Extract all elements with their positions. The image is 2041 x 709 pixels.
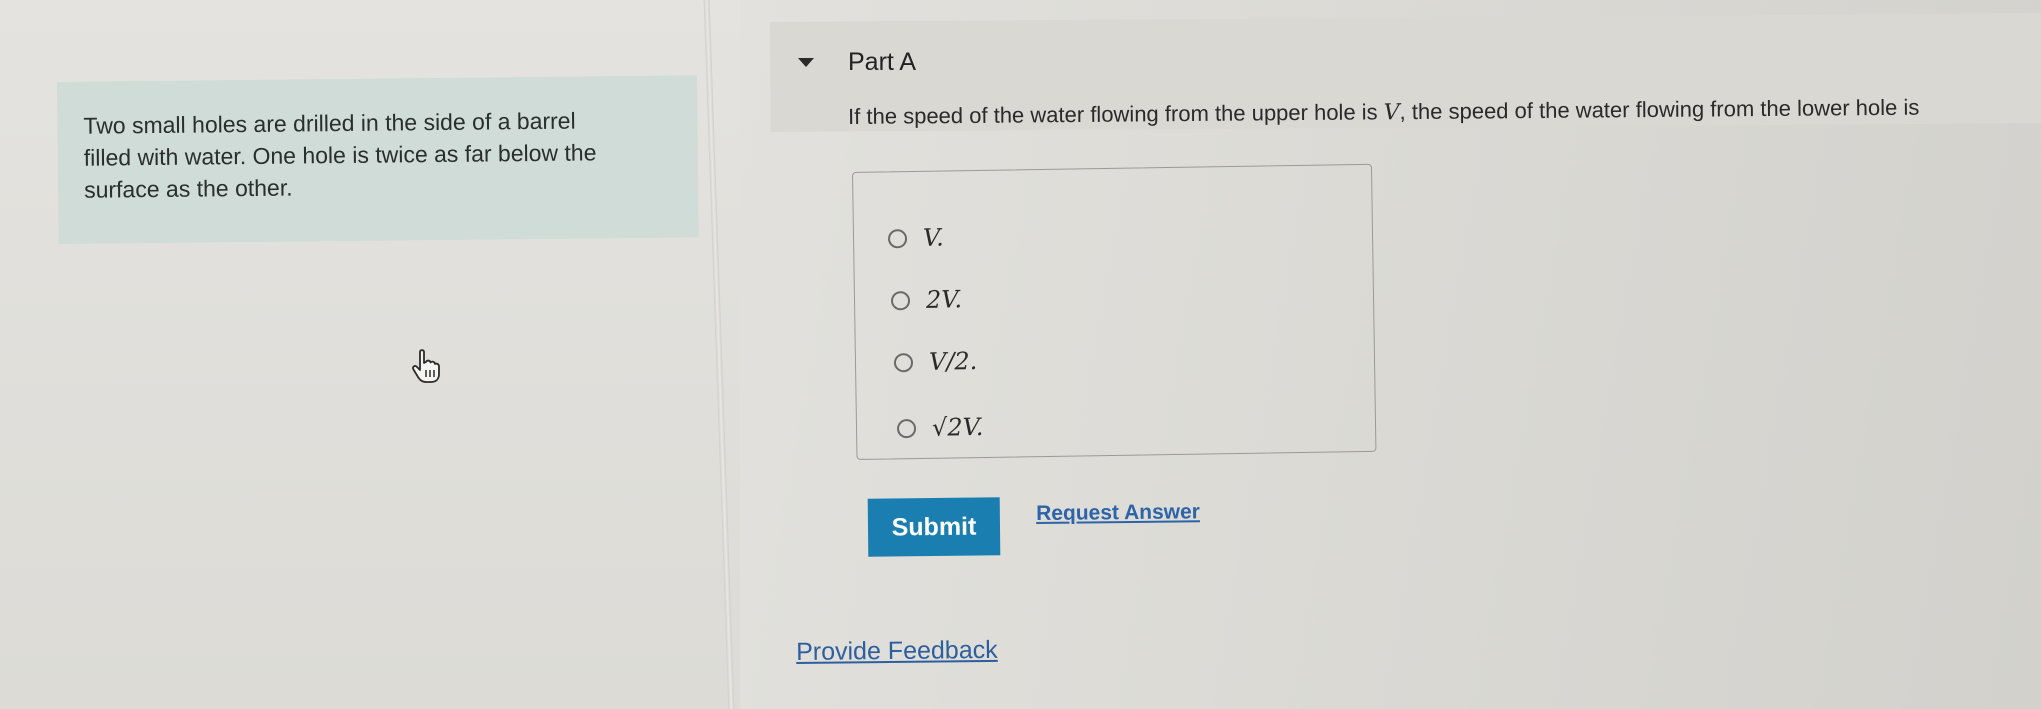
question-variable: V bbox=[1383, 100, 1400, 126]
intro-line-2: filled with water. One hole is twice as … bbox=[83, 139, 597, 171]
hand-pointer-icon bbox=[412, 349, 440, 383]
option-label: V/2. bbox=[928, 347, 978, 376]
option-label: 2V. bbox=[925, 285, 963, 314]
request-answer-link[interactable]: Request Answer bbox=[1036, 500, 1200, 526]
intro-line-3: surface as the other. bbox=[83, 174, 293, 203]
option-v-over-2[interactable]: V/2. bbox=[893, 347, 978, 376]
problem-intro: Two small holes are drilled in the side … bbox=[57, 75, 699, 244]
option-label: √2V. bbox=[931, 412, 984, 442]
radio-button[interactable] bbox=[887, 228, 908, 248]
option-v[interactable]: V. bbox=[887, 223, 945, 253]
radio-button[interactable] bbox=[896, 418, 917, 438]
radio-button[interactable] bbox=[893, 352, 914, 372]
collapse-caret-icon[interactable] bbox=[798, 58, 814, 67]
part-title[interactable]: Part A bbox=[848, 48, 916, 77]
provide-feedback-link[interactable]: Provide Feedback bbox=[796, 636, 998, 667]
submit-button[interactable]: Submit bbox=[867, 497, 1001, 557]
answer-options: V. 2V. V/2. √2V. bbox=[852, 163, 1377, 460]
option-sqrt2-v[interactable]: √2V. bbox=[896, 412, 984, 442]
radio-button[interactable] bbox=[890, 290, 911, 310]
question-text-before: If the speed of the water flowing from t… bbox=[848, 99, 1384, 129]
option-2v[interactable]: 2V. bbox=[890, 285, 963, 314]
question-text-after: , the speed of the water flowing from th… bbox=[1399, 94, 1920, 125]
option-label: V. bbox=[922, 223, 945, 252]
